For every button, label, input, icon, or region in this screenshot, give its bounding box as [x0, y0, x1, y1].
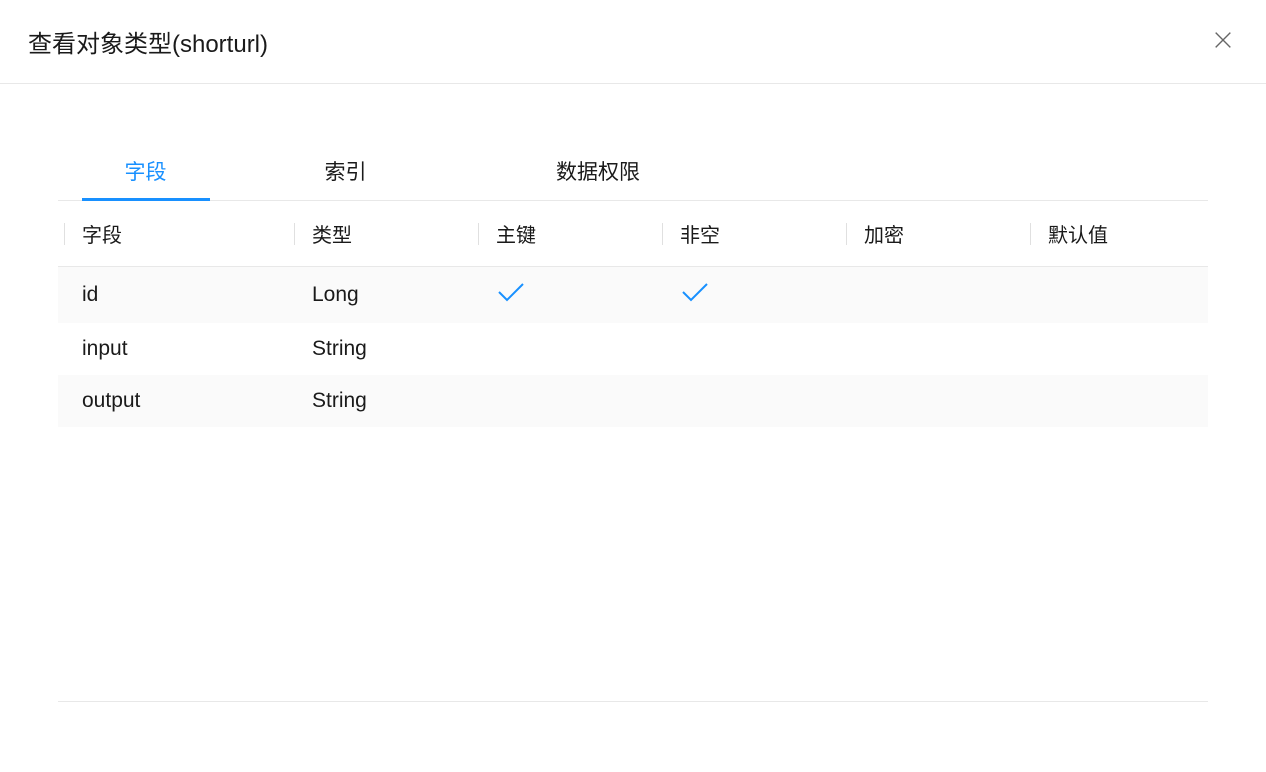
- check-icon: [680, 281, 710, 303]
- column-header-primary-key: 主键: [472, 201, 656, 267]
- dialog: 查看对象类型(shorturl) 字段 索引 数据权限: [0, 0, 1266, 772]
- cell-default-value: [1024, 323, 1208, 375]
- cell-primary-key: [472, 375, 656, 427]
- cell-field: input: [58, 323, 288, 375]
- tab-permission[interactable]: 数据权限: [458, 144, 738, 200]
- fields-table: 字段 类型 主键 非空 加密 默认值 idLonginputStringoutp…: [58, 201, 1208, 427]
- cell-type: String: [288, 323, 472, 375]
- table-row: outputString: [58, 375, 1208, 427]
- cell-not-null: [656, 323, 840, 375]
- cell-primary-key: [472, 323, 656, 375]
- column-header-field: 字段: [58, 201, 288, 267]
- table-row: inputString: [58, 323, 1208, 375]
- cell-encrypt: [840, 323, 1024, 375]
- tab-fields[interactable]: 字段: [58, 144, 233, 200]
- cell-not-null: [656, 375, 840, 427]
- check-icon: [496, 281, 526, 303]
- cell-not-null: [656, 267, 840, 324]
- cell-encrypt: [840, 267, 1024, 324]
- tabs: 字段 索引 数据权限: [58, 144, 1208, 201]
- cell-field: output: [58, 375, 288, 427]
- cell-encrypt: [840, 375, 1024, 427]
- column-header-not-null: 非空: [656, 201, 840, 267]
- table-header-row: 字段 类型 主键 非空 加密 默认值: [58, 201, 1208, 267]
- cell-default-value: [1024, 375, 1208, 427]
- column-header-encrypt: 加密: [840, 201, 1024, 267]
- cell-default-value: [1024, 267, 1208, 324]
- dialog-header: 查看对象类型(shorturl): [0, 0, 1266, 84]
- cell-type: Long: [288, 267, 472, 324]
- tab-index[interactable]: 索引: [233, 144, 458, 200]
- table-row: idLong: [58, 267, 1208, 324]
- dialog-title: 查看对象类型(shorturl): [28, 24, 268, 59]
- column-header-type: 类型: [288, 201, 472, 267]
- close-button[interactable]: [1208, 25, 1238, 58]
- close-icon: [1212, 29, 1234, 54]
- column-header-default-value: 默认值: [1024, 201, 1208, 267]
- cell-primary-key: [472, 267, 656, 324]
- dialog-body: 字段 索引 数据权限 字段 类型 主键 非空 加密 默认值: [0, 84, 1266, 772]
- cell-type: String: [288, 375, 472, 427]
- footer-divider: [58, 701, 1208, 702]
- cell-field: id: [58, 267, 288, 324]
